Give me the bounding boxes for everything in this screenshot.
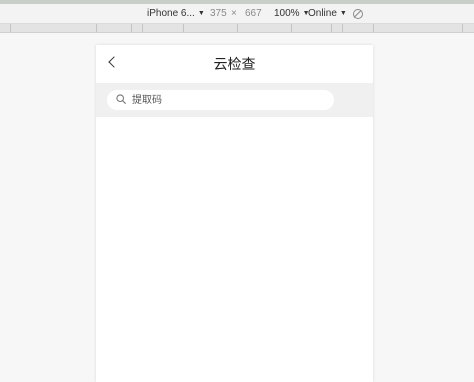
ruler-tick	[183, 24, 184, 32]
extraction-code-input[interactable]	[132, 90, 327, 110]
dimension-separator: ×	[231, 8, 237, 19]
search-icon	[116, 94, 126, 104]
ruler-tick	[142, 24, 143, 32]
ruler-tick	[10, 24, 11, 32]
zoom-select-label: 100%	[274, 8, 300, 19]
back-button[interactable]	[102, 51, 128, 77]
search-bar	[96, 83, 373, 117]
media-query-ruler[interactable]	[0, 24, 474, 33]
chevron-left-icon	[108, 56, 120, 68]
device-select[interactable]: iPhone 6... ▼	[147, 4, 205, 23]
network-select-caret-icon: ▼	[339, 10, 347, 17]
page-title: 云检查	[213, 56, 256, 72]
search-field[interactable]	[107, 90, 334, 110]
network-select-label: Online	[308, 8, 337, 19]
ruler-tick	[131, 24, 132, 32]
ruler-tick	[291, 24, 292, 32]
device-viewport: 云检查	[96, 45, 373, 382]
network-select[interactable]: Online ▼	[308, 4, 347, 23]
devtools-window: iPhone 6... ▼ 375 × 667 100% ▼ Online ▼ 云检查	[0, 0, 474, 382]
ruler-tick	[342, 24, 343, 32]
ruler-tick	[96, 24, 97, 32]
device-select-caret-icon: ▼	[197, 10, 205, 17]
throttle-icon[interactable]	[353, 9, 363, 19]
ruler-tick	[462, 24, 463, 32]
device-select-label: iPhone 6...	[147, 8, 195, 19]
viewport-height-input[interactable]: 667	[245, 4, 262, 23]
zoom-select[interactable]: 100% ▼	[274, 4, 310, 23]
app-navbar: 云检查	[96, 45, 373, 83]
viewport-width-input[interactable]: 375	[210, 4, 227, 23]
device-toolbar: iPhone 6... ▼ 375 × 667 100% ▼ Online ▼	[0, 4, 474, 24]
ruler-tick	[237, 24, 238, 32]
ruler-tick	[373, 24, 374, 32]
ruler-tick	[331, 24, 332, 32]
